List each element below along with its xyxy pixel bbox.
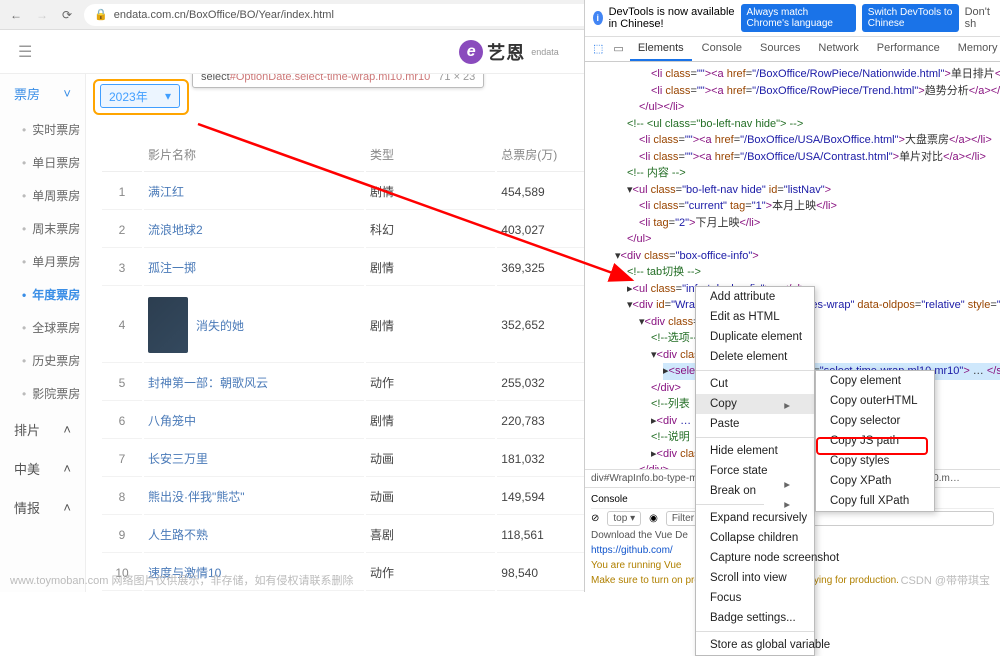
sidebar-item[interactable]: 影院票房 [0,377,85,410]
menu-icon[interactable]: ☰ [18,42,36,62]
ctx-item[interactable]: Copy outerHTML [816,391,934,411]
lock-icon: 🔒 [94,8,108,21]
banner-text: DevTools is now available in Chinese! [609,6,735,30]
devtools-tabs: ⬚ ▭ ElementsConsoleSourcesNetworkPerform… [585,37,1000,62]
movie-name: 熊出没·伴我"熊芯" [144,479,364,515]
movie-name: 人生路不熟 [144,517,364,553]
sidebar-item[interactable]: 全球票房 [0,311,85,344]
forward-icon[interactable]: → [36,8,48,22]
devtools-tab[interactable]: Network [810,37,866,61]
ctx-item[interactable]: Delete element [696,347,814,367]
ctx-item[interactable]: Add attribute [696,287,814,307]
info-icon: i [593,11,603,25]
logo-cn: 艺恩 [487,39,525,65]
ctx-item[interactable]: Scroll into view [696,568,814,588]
devtools-tab[interactable]: Sources [752,37,808,61]
ctx-item[interactable]: Copy JS path [816,431,934,451]
devtools-banner: i DevTools is now available in Chinese! … [585,0,1000,37]
ctx-item[interactable]: Break on [696,481,814,501]
ctx-item[interactable]: Copy full XPath [816,491,934,511]
ctx-item[interactable]: Force state [696,461,814,481]
context-select[interactable]: top ▾ [607,511,641,526]
movie-name: 满江红 [144,174,364,210]
watermark-left: www.toymoban.com 网络图片仅供展示，非存储，如有侵权请联系删除 [10,572,353,588]
sidebar-group[interactable]: 情报˄ [0,488,85,527]
ctx-item[interactable]: Focus [696,588,814,608]
ctx-item[interactable]: Copy styles [816,451,934,471]
sidebar-group[interactable]: 票房˅ [0,74,85,113]
devtools-tab[interactable]: Performance [869,37,948,61]
sidebar-item[interactable]: 历史票房 [0,344,85,377]
movie-poster [148,297,188,353]
ctx-item[interactable]: Copy XPath [816,471,934,491]
ctx-item[interactable]: Badge settings... [696,608,814,628]
copy-submenu[interactable]: Copy elementCopy outerHTMLCopy selectorC… [815,370,935,512]
ctx-item[interactable]: Hide element [696,441,814,461]
movie-name: 流浪地球2 [144,212,364,248]
movie-name: 封神第一部：朝歌风云 [144,365,364,401]
clear-icon[interactable]: ⊘ [591,513,599,524]
console-tab[interactable]: Console [591,494,628,505]
ctx-item[interactable]: Paste [696,414,814,434]
col-header [102,138,142,172]
movie-name: 八角笼中 [144,403,364,439]
devtools-tab[interactable]: Memory [950,37,1000,61]
sidebar-item[interactable]: 单日票房 [0,146,85,179]
dont-show[interactable]: Don't sh [965,6,992,30]
chevron-down-icon: ▾ [165,89,171,103]
ctx-item[interactable]: Duplicate element [696,327,814,347]
ctx-item[interactable]: Copy element [816,371,934,391]
sidebar-item[interactable]: 周末票房 [0,212,85,245]
ctx-item[interactable]: Cut [696,374,814,394]
ctx-item[interactable]: Expand recursively [696,508,814,528]
ctx-item[interactable]: Store as global variable [696,635,814,655]
device-icon[interactable]: ▭ [609,37,627,61]
sidebar-group[interactable]: 排片˄ [0,410,85,449]
ctx-item[interactable]: Edit as HTML [696,307,814,327]
sidebar-item[interactable]: 单月票房 [0,245,85,278]
ctx-item[interactable]: Copy selector [816,411,934,431]
sidebar-group[interactable]: 中美˄ [0,449,85,488]
ctx-item[interactable]: Capture node screenshot [696,548,814,568]
url-text: endata.com.cn/BoxOffice/BO/Year/index.ht… [114,9,334,21]
eye-icon[interactable]: ◉ [649,513,658,524]
back-icon[interactable]: ← [10,8,22,22]
inspect-icon[interactable]: ⬚ [589,37,607,61]
year-select[interactable]: 2023年 ▾ [100,84,180,108]
devtools-tab[interactable]: Console [694,37,750,61]
sidebar-item[interactable]: 年度票房 [0,278,85,311]
ctx-item[interactable]: Copy [696,394,814,414]
sidebar-item[interactable]: 单周票房 [0,179,85,212]
switch-cn-button[interactable]: Switch DevTools to Chinese [862,4,959,32]
movie-name: 孤注一掷 [144,250,364,286]
movie-name: 消失的她 [144,288,364,363]
col-header: 影片名称 [144,138,364,172]
movie-name: 长安三万里 [144,441,364,477]
watermark-right: CSDN @带带琪宝 [901,572,990,588]
sidebar-item[interactable]: 实时票房 [0,113,85,146]
sidebar: 票房˅实时票房单日票房单周票房周末票房单月票房年度票房全球票房历史票房影院票房排… [0,74,86,592]
logo-en: endata [531,47,559,57]
ctx-item[interactable]: Collapse children [696,528,814,548]
context-menu[interactable]: Add attributeEdit as HTMLDuplicate eleme… [695,286,815,656]
col-header: 类型 [366,138,495,172]
devtools-tab[interactable]: Elements [630,37,692,61]
match-lang-button[interactable]: Always match Chrome's language [741,4,856,32]
reload-icon[interactable]: ⟳ [62,8,72,22]
year-value: 2023年 [109,88,148,105]
logo-icon: e [459,40,483,64]
inspect-tooltip: select#OptionDate.select-time-wrap.ml10.… [192,74,484,88]
